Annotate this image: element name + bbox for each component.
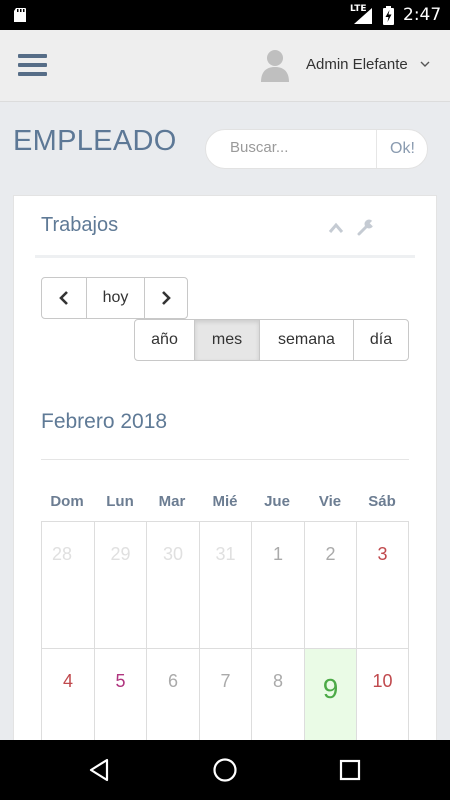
day-number: 10: [372, 671, 393, 691]
calendar-day[interactable]: 29: [95, 522, 147, 649]
page-title: EMPLEADO: [13, 125, 177, 157]
day-number: 7: [220, 671, 231, 691]
chevron-left-icon: [59, 290, 68, 305]
home-icon[interactable]: [212, 757, 238, 783]
calendar-day[interactable]: 2: [305, 522, 357, 649]
day-number: 4: [62, 671, 73, 691]
next-button[interactable]: [144, 277, 188, 319]
view-day-button[interactable]: día: [353, 319, 409, 361]
weekday-header: Mié: [212, 493, 238, 510]
day-number: 30: [162, 544, 184, 564]
weekday-header: Dom: [50, 493, 84, 510]
today-button[interactable]: hoy: [86, 277, 145, 319]
calendar-day[interactable]: 28: [42, 522, 95, 649]
search-bar: Ok!: [205, 129, 428, 169]
user-name[interactable]: Admin Elefante: [306, 56, 408, 73]
day-number: 9: [322, 673, 339, 704]
day-number: 5: [115, 671, 126, 691]
calendar-grid: 28 29 30 31 1 2 3 4 5 6 7 8 9 10: [41, 521, 409, 776]
prev-button[interactable]: [41, 277, 87, 319]
portlet-title: Trabajos: [41, 214, 119, 236]
view-week-button[interactable]: semana: [259, 319, 354, 361]
status-bar: LTE 2:47: [0, 0, 450, 30]
chevron-down-icon[interactable]: [420, 60, 430, 68]
signal-icon: [354, 8, 372, 24]
search-button[interactable]: Ok!: [376, 130, 428, 168]
view-month-button[interactable]: mes: [194, 319, 260, 361]
wrench-icon[interactable]: [357, 218, 375, 236]
menu-icon[interactable]: [18, 54, 47, 76]
month-divider: [41, 459, 409, 460]
calendar-day[interactable]: 31: [200, 522, 252, 649]
chevron-right-icon: [162, 290, 171, 305]
day-number: 31: [215, 544, 236, 564]
day-number: 29: [110, 544, 131, 564]
clock: 2:47: [403, 5, 442, 25]
calendar-day[interactable]: 1: [252, 522, 305, 649]
day-number: 28: [52, 544, 73, 564]
calendar-day[interactable]: 3: [357, 522, 409, 649]
weekday-header: Sáb: [368, 493, 396, 510]
battery-charging-icon: [383, 6, 394, 25]
weekday-header: Lun: [106, 493, 134, 510]
month-title: Febrero 2018: [41, 410, 168, 433]
weekday-header: Vie: [318, 493, 342, 510]
collapse-icon[interactable]: [328, 222, 344, 234]
calendar-day[interactable]: 30: [147, 522, 200, 649]
weekday-header: Jue: [264, 493, 290, 510]
day-number: 6: [167, 671, 178, 691]
search-input[interactable]: [230, 139, 370, 156]
weekday-header: Mar: [158, 493, 186, 510]
back-icon[interactable]: [88, 758, 110, 782]
view-year-button[interactable]: año: [134, 319, 195, 361]
day-number: 2: [325, 544, 336, 564]
portlet-divider: [35, 255, 415, 258]
recent-apps-icon[interactable]: [339, 759, 361, 781]
day-number: 3: [377, 544, 388, 564]
sd-card-icon: [14, 8, 26, 22]
avatar[interactable]: [260, 48, 290, 82]
day-number: 8: [272, 671, 283, 691]
day-number: 1: [272, 544, 283, 564]
